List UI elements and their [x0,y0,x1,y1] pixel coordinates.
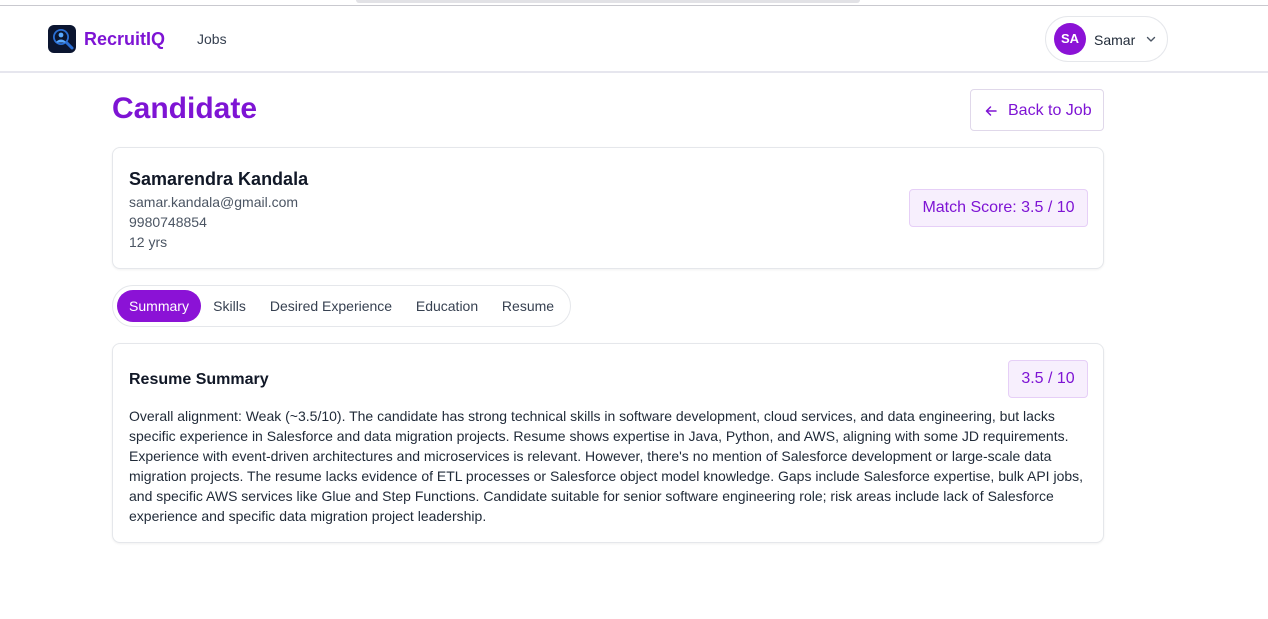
tab-shadow [356,0,860,3]
logo-icon[interactable] [48,25,76,53]
user-name: Samar [1094,32,1136,48]
arrow-left-icon [985,106,997,116]
brand-name[interactable]: RecruitIQ [84,29,165,50]
match-score-badge: Match Score: 3.5 / 10 [909,189,1088,227]
summary-title: Resume Summary [129,371,269,388]
candidate-email: samar.kandala@gmail.com [129,194,299,210]
chevron-down-icon [1146,36,1156,42]
tab-desired-experience[interactable]: Desired Experience [261,290,401,322]
tab-education[interactable]: Education [408,290,486,322]
tab-skills[interactable]: Skills [205,290,254,322]
back-to-job-button[interactable]: Back to Job [970,89,1104,131]
page-title: Candidate [112,92,258,125]
tab-resume[interactable]: Resume [494,290,562,322]
back-to-job-label: Back to Job [1008,102,1092,119]
candidate-card: Samarendra Kandala samar.kandala@gmail.c… [112,147,1104,269]
candidate-experience: 12 yrs [129,234,168,250]
summary-score-badge: 3.5 / 10 [1008,360,1088,398]
nav-jobs-link[interactable]: Jobs [197,31,227,47]
resume-summary-card: Resume Summary 3.5 / 10 Overall alignmen… [112,343,1104,543]
summary-text: Overall alignment: Weak (~3.5/10). The c… [129,408,1084,524]
candidate-phone: 9980748854 [129,214,207,230]
tab-summary[interactable]: Summary [117,290,201,322]
user-menu-button[interactable]: SA Samar [1045,16,1168,62]
app-header: RecruitIQ Jobs SA Samar [0,6,1268,73]
tab-bar: Summary Skills Desired Experience Educat… [112,285,571,327]
candidate-name: Samarendra Kandala [129,169,309,189]
avatar: SA [1054,23,1086,55]
